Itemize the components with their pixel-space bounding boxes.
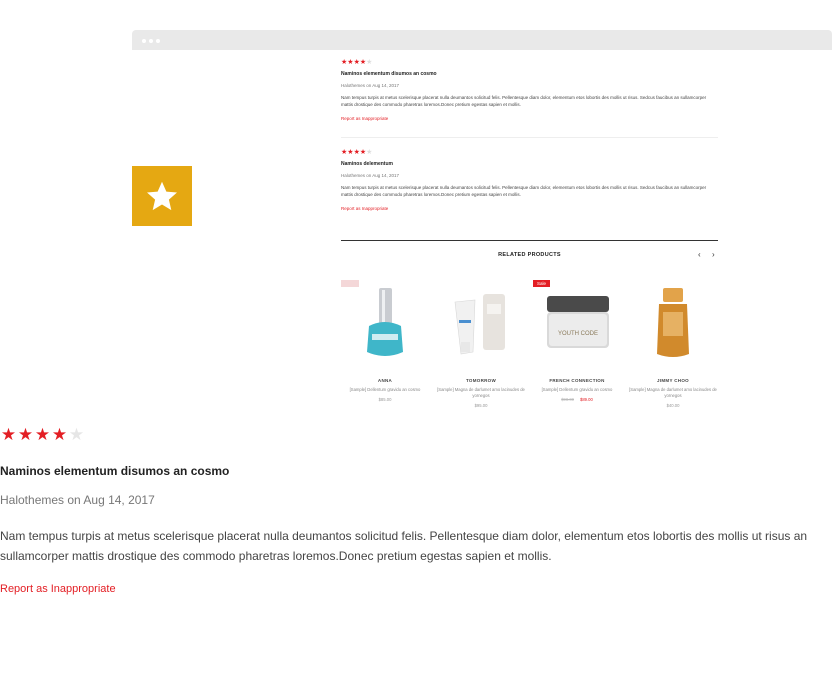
preview-review-title: Naminos delementum — [341, 161, 393, 167]
product-image: Sale YOUTH CODE — [533, 280, 621, 362]
prev-arrow-icon: ‹ — [698, 250, 701, 259]
product-description: [Sample] Magna de darlumet amo lacinudes… — [629, 387, 717, 398]
product-tag — [341, 280, 360, 287]
divider — [341, 240, 718, 241]
rating-stars: ★ ★ ★ ★ ★ — [0, 424, 832, 444]
window-dot-icon — [142, 39, 146, 43]
nail-polish-image — [367, 288, 403, 356]
preview-review-meta: Halothemes on Aug 14, 2017 — [341, 173, 400, 178]
product-description: [Sample] Magna de darlumet amo lacinudes… — [437, 387, 525, 398]
sale-badge: Sale — [533, 280, 551, 287]
review-body: Nam tempus turpis at metus scelerisque p… — [0, 529, 808, 563]
product-name: TOMORROW — [465, 378, 497, 383]
product-price: $40.00 — [666, 403, 680, 408]
window-dot-icon — [156, 39, 160, 43]
review-meta: Halothemes on Aug 14, 2017 — [0, 493, 155, 507]
cosmetic-tubes-image — [454, 294, 505, 355]
product-name: ANNA — [377, 378, 393, 383]
product-card: JIMMY CHOO [Sample] Magna de darlumet am… — [629, 282, 717, 408]
divider — [341, 137, 718, 138]
product-name: FRENCH CONNECTION — [549, 378, 605, 383]
star-icon: ★ — [366, 149, 373, 156]
product-description: [Sample] Dellentum gravidu an cosmo — [349, 387, 421, 392]
window-dot-icon — [149, 39, 153, 43]
preview-rating: ★ ★ ★ ★ ★ — [341, 59, 718, 66]
sale-price: $89.00 — [580, 397, 593, 402]
star-icon: ★ — [34, 424, 51, 444]
star-icon: ★ — [366, 59, 373, 66]
product-image — [341, 280, 429, 362]
product-price: $95.00 — [474, 403, 488, 408]
related-products-heading: RELATED PRODUCTS — [498, 252, 561, 258]
product-card: TOMORROW [Sample] Magna de darlumet amo … — [437, 282, 525, 408]
browser-toolbar — [132, 30, 832, 50]
star-icon: ★ — [0, 424, 17, 444]
preview-review-body: Nam tempus turpis at metus scelerisque p… — [341, 185, 707, 197]
star-icon: ★ — [68, 424, 85, 444]
preview-report-link: Report as Inappropriate — [341, 116, 389, 121]
preview-review: ★ ★ ★ ★ ★ Naminos elementum disumos an cosmo… — [341, 59, 718, 121]
feature-badge — [132, 166, 192, 226]
preview-review: ★ ★ ★ ★ ★ Naminos delementum Halothemes on A… — [341, 149, 718, 211]
review-item: ★ ★ ★ ★ ★ Naminos elementum disumos an c… — [0, 424, 832, 596]
jar-label: YOUTH CODE — [558, 331, 598, 337]
cream-jar-image: YOUTH CODE — [547, 296, 609, 348]
product-price: $85.00 — [378, 397, 392, 402]
preview-report-link: Report as Inappropriate — [341, 206, 389, 211]
preview-review-body: Nam tempus turpis at metus scelerisque p… — [341, 95, 707, 107]
old-price: $98.00 — [561, 397, 574, 402]
product-card: ANNA [Sample] Dellentum gravidu an cosmo… — [341, 280, 429, 402]
product-image — [437, 282, 525, 362]
star-icon — [147, 181, 177, 211]
product-image — [629, 282, 717, 362]
preview-review-title: Naminos elementum disumos an cosmo — [341, 71, 437, 77]
product-price: $98.00 $89.00 — [533, 397, 621, 402]
page: ★ ★ ★ ★ ★ Naminos elementum disumos an cosmo… — [0, 0, 832, 676]
star-icon: ★ — [51, 424, 68, 444]
product-name: JIMMY CHOO — [657, 378, 689, 383]
review-title: Naminos elementum disumos an cosmo — [0, 464, 230, 478]
next-arrow-icon: › — [712, 250, 715, 259]
preview-rating: ★ ★ ★ ★ ★ — [341, 149, 718, 156]
preview-review-meta: Halothemes on Aug 14, 2017 — [341, 83, 400, 88]
product-card: Sale YOUTH CODE FRENCH CONNECTION [Sampl… — [533, 280, 621, 402]
star-icon: ★ — [17, 424, 34, 444]
perfume-bottle-image — [657, 288, 689, 357]
product-description: [Sample] Dellentum gravidu an cosmo — [541, 387, 613, 392]
report-inappropriate-link[interactable]: Report as Inappropriate — [0, 583, 116, 595]
